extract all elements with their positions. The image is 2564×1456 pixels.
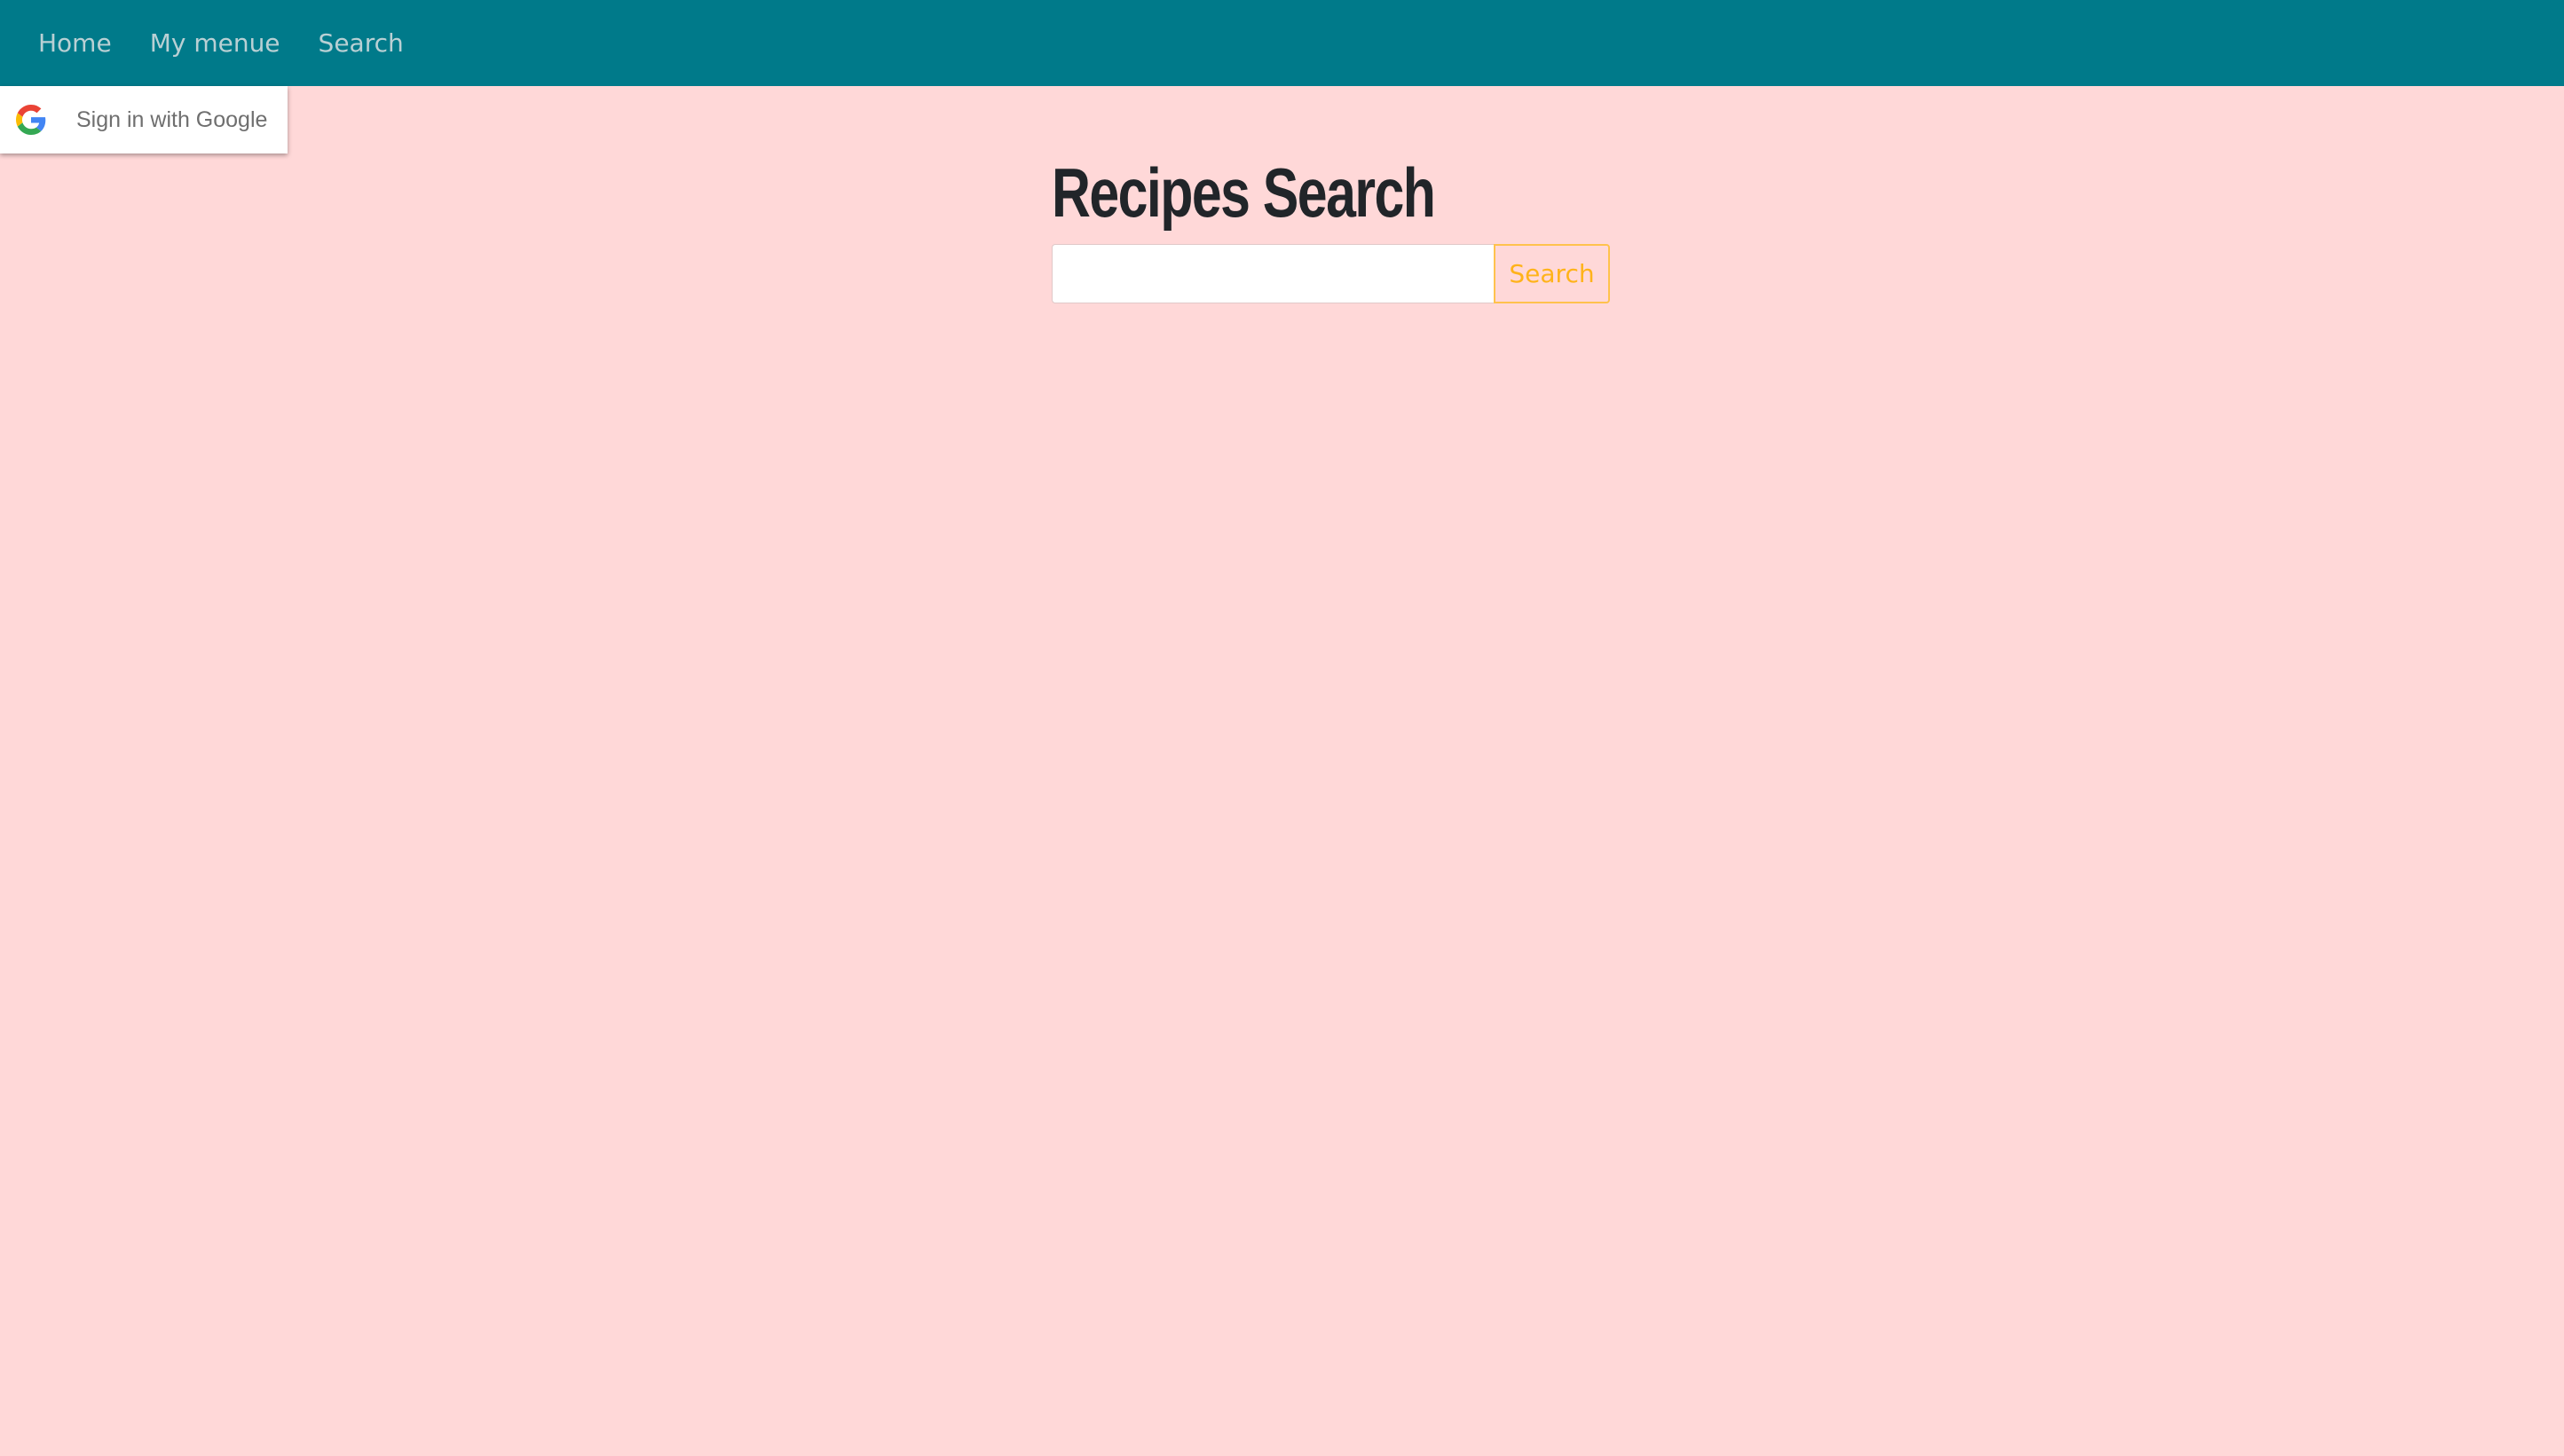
google-signin-label: Sign in with Google — [76, 106, 268, 132]
nav-links: Home My menue Search — [38, 28, 442, 58]
main-content: Recipes Search Search — [1052, 153, 1673, 303]
search-input[interactable] — [1052, 244, 1494, 303]
google-signin-button[interactable]: Sign in with Google — [0, 86, 288, 153]
nav-link-search[interactable]: Search — [319, 28, 404, 58]
page-title: Recipes Search — [1052, 153, 1436, 232]
search-button[interactable]: Search — [1494, 244, 1610, 303]
nav-link-my-menue[interactable]: My menue — [150, 28, 280, 58]
search-bar: Search — [1052, 244, 1673, 303]
nav-link-home[interactable]: Home — [38, 28, 112, 58]
top-navbar: Home My menue Search — [0, 0, 2564, 86]
google-icon — [16, 105, 46, 135]
